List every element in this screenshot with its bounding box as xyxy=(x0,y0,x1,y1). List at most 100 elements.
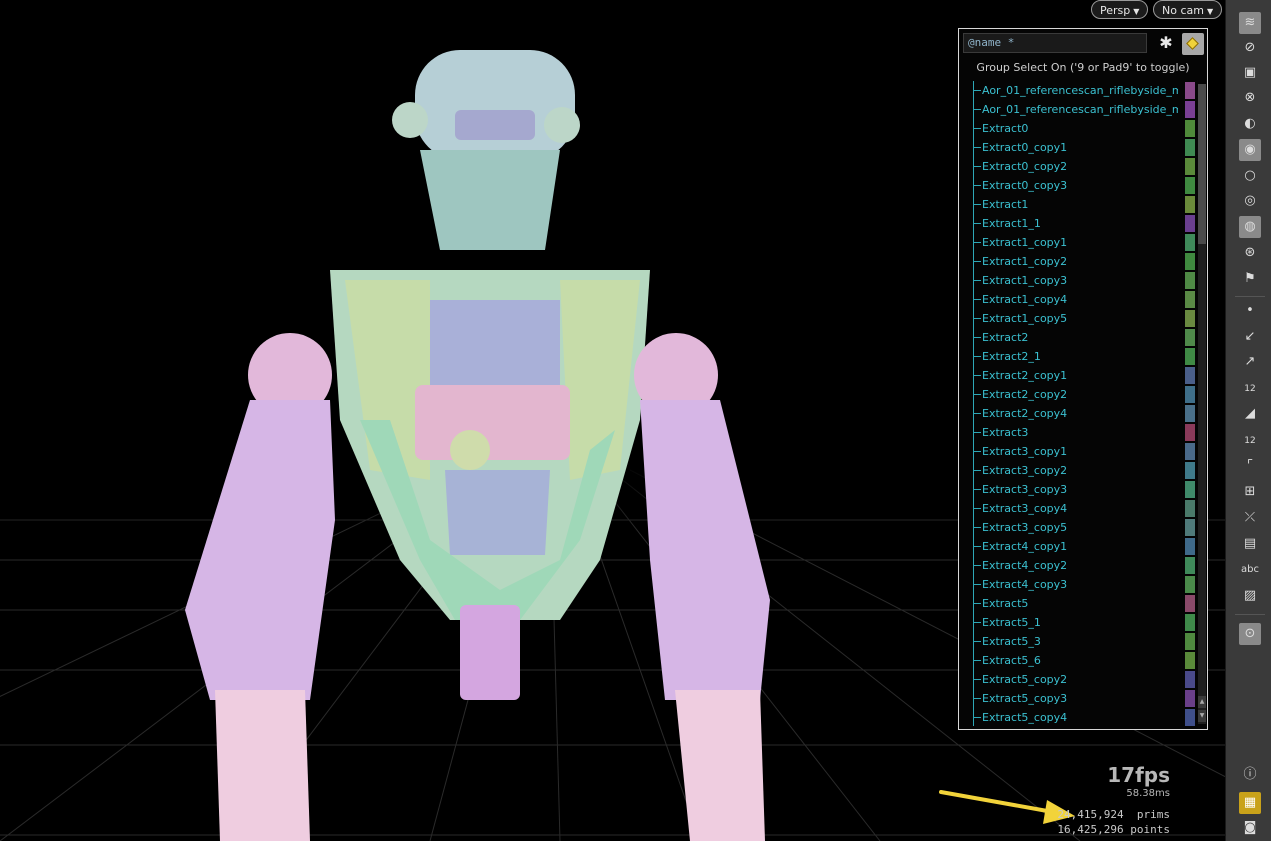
group-list-item[interactable]: Extract2 xyxy=(973,328,1195,347)
tree-branch xyxy=(973,375,981,376)
prim-number-icon[interactable]: 12 xyxy=(1239,429,1261,451)
group-list-item[interactable]: Extract1_copy3 xyxy=(973,271,1195,290)
light-bulb-outline-icon[interactable]: ○ xyxy=(1239,165,1261,187)
group-name: Extract1_copy2 xyxy=(982,255,1068,268)
character-model[interactable] xyxy=(185,50,770,841)
uv-display-icon[interactable]: ⊞ xyxy=(1239,481,1261,503)
tree-branch xyxy=(973,413,981,414)
particle-display-icon[interactable]: ⚑ xyxy=(1239,268,1261,290)
texture-display-icon[interactable]: ⊛ xyxy=(1239,242,1261,264)
group-color-swatch xyxy=(1185,443,1195,460)
group-list-item[interactable]: Extract3_copy3 xyxy=(973,480,1195,499)
ghost-display-icon[interactable]: ≋ xyxy=(1239,12,1261,34)
fps-readout: 17fps xyxy=(1107,763,1170,787)
group-list-item[interactable]: Extract1_copy1 xyxy=(973,233,1195,252)
tree-branch xyxy=(973,717,981,718)
group-name: Extract3_copy1 xyxy=(982,445,1068,458)
group-list-item[interactable]: Extract5_copy2 xyxy=(973,670,1195,689)
lighting-icon[interactable]: ◐ xyxy=(1239,113,1261,135)
vertex-icon[interactable]: ⌜ xyxy=(1239,455,1261,477)
group-list-item[interactable]: Extract1_copy4 xyxy=(973,290,1195,309)
group-list-item[interactable]: Extract3_copy4 xyxy=(973,499,1195,518)
group-list-item[interactable]: Extract2_1 xyxy=(973,347,1195,366)
info-icon[interactable]: ⓘ xyxy=(1239,764,1261,786)
point-display-icon[interactable]: • xyxy=(1239,300,1261,322)
group-list-item[interactable]: Extract2_copy2 xyxy=(973,385,1195,404)
snap-icon[interactable]: ⊘ xyxy=(1239,37,1261,59)
group-list-item[interactable]: Extract4_copy3 xyxy=(973,575,1195,594)
text-label-icon[interactable]: abc xyxy=(1239,559,1261,581)
tree-branch xyxy=(973,147,981,148)
toolbar-separator xyxy=(1235,296,1265,297)
light-bulb-icon[interactable]: ◉ xyxy=(1239,139,1261,161)
tree-branch xyxy=(973,565,981,566)
group-list-item[interactable]: Extract2_copy4 xyxy=(973,404,1195,423)
group-list-item[interactable]: Extract3_copy1 xyxy=(973,442,1195,461)
tree-branch xyxy=(973,223,981,224)
light-bulb-shadow-icon[interactable]: ◎ xyxy=(1239,190,1261,212)
group-name: Extract1 xyxy=(982,198,1029,211)
camera-select-menu[interactable]: No cam ▼ xyxy=(1153,0,1223,19)
group-color-swatch xyxy=(1185,367,1195,384)
prim-normal-icon[interactable]: ◢ xyxy=(1239,403,1261,425)
group-mode-button[interactable] xyxy=(1182,33,1204,55)
group-color-swatch xyxy=(1185,652,1195,669)
shading-mode-icon[interactable]: ◍ xyxy=(1239,216,1261,238)
group-list-item[interactable]: Extract1_1 xyxy=(973,214,1195,233)
tree-branch xyxy=(973,679,981,680)
group-list-item[interactable]: Extract0_copy2 xyxy=(973,157,1195,176)
group-color-swatch xyxy=(1185,614,1195,631)
hull-display-icon[interactable]: ▤ xyxy=(1239,533,1261,555)
eye-icon[interactable]: ◙ xyxy=(1239,817,1261,839)
chevron-down-icon: ▼ xyxy=(1206,7,1214,16)
camera-view-menu[interactable]: Persp ▼ xyxy=(1091,0,1149,19)
image-display-icon[interactable]: ▨ xyxy=(1239,585,1261,607)
edge-display-icon[interactable]: ⤫ xyxy=(1239,507,1261,529)
point-normal-icon[interactable]: ↙ xyxy=(1239,326,1261,348)
gear-icon[interactable]: ✱ xyxy=(1155,33,1177,53)
point-number-icon[interactable]: ↗ xyxy=(1239,351,1261,373)
group-name: Extract0_copy2 xyxy=(982,160,1068,173)
viewport-stats: 17fps 58.38ms 24,415,924 prims 16,425,29… xyxy=(1057,763,1170,837)
group-list-item[interactable]: Extract0_copy3 xyxy=(973,176,1195,195)
group-filter-input[interactable]: @name * xyxy=(963,33,1147,53)
quad-view-layout-icon[interactable]: ▦ xyxy=(1239,792,1261,814)
group-list-item[interactable]: Extract3 xyxy=(973,423,1195,442)
pin-icon[interactable]: ⊙ xyxy=(1239,623,1261,645)
group-list-item[interactable]: Extract1_copy5 xyxy=(973,309,1195,328)
group-color-swatch xyxy=(1185,310,1195,327)
group-list-item[interactable]: Extract5_6 xyxy=(973,651,1195,670)
group-list-scrollbar[interactable]: ▲ ▼ xyxy=(1198,84,1206,724)
scroll-down-arrow-icon[interactable]: ▼ xyxy=(1198,710,1206,722)
point-id-icon[interactable]: 12 xyxy=(1239,377,1261,399)
group-color-swatch xyxy=(1185,538,1195,555)
group-list-item[interactable]: Extract5 xyxy=(973,594,1195,613)
group-list-item[interactable]: Extract1 xyxy=(973,195,1195,214)
group-color-swatch xyxy=(1185,158,1195,175)
group-list-item[interactable]: Extract5_copy4 xyxy=(973,708,1195,727)
group-name: Extract0_copy3 xyxy=(982,179,1068,192)
group-list-item[interactable]: Extract2_copy1 xyxy=(973,366,1195,385)
tree-branch xyxy=(973,546,981,547)
viewport[interactable]: Persp ▼ No cam ▼ @name * ✱ Group Select On… xyxy=(0,0,1225,841)
group-list-item[interactable]: Aor_01_referencescan_riflebyside_ma xyxy=(973,100,1195,119)
tree-branch xyxy=(973,109,981,110)
scroll-up-arrow-icon[interactable]: ▲ xyxy=(1198,696,1206,708)
group-list-item[interactable]: Extract3_copy2 xyxy=(973,461,1195,480)
group-list-item[interactable]: Extract5_3 xyxy=(973,632,1195,651)
group-name: Extract4_copy3 xyxy=(982,578,1068,591)
group-list-item[interactable]: Extract4_copy1 xyxy=(973,537,1195,556)
lock-icon[interactable]: ▣ xyxy=(1239,62,1261,84)
prims-count: 24,415,924 xyxy=(1057,808,1124,821)
group-list-item[interactable]: Extract0 xyxy=(973,119,1195,138)
group-list-item[interactable]: Extract5_copy3 xyxy=(973,689,1195,708)
group-list-item[interactable]: Aor_01_referencescan_riflebyside_ma xyxy=(973,81,1195,100)
group-list-item[interactable]: Extract5_1 xyxy=(973,613,1195,632)
group-list-item[interactable]: Extract4_copy2 xyxy=(973,556,1195,575)
close-icon[interactable]: ⊗ xyxy=(1239,87,1261,109)
group-list-item[interactable]: Extract3_copy5 xyxy=(973,518,1195,537)
group-color-swatch xyxy=(1185,82,1195,99)
group-list-item[interactable]: Extract0_copy1 xyxy=(973,138,1195,157)
scrollbar-thumb[interactable] xyxy=(1198,84,1206,244)
group-list-item[interactable]: Extract1_copy2 xyxy=(973,252,1195,271)
